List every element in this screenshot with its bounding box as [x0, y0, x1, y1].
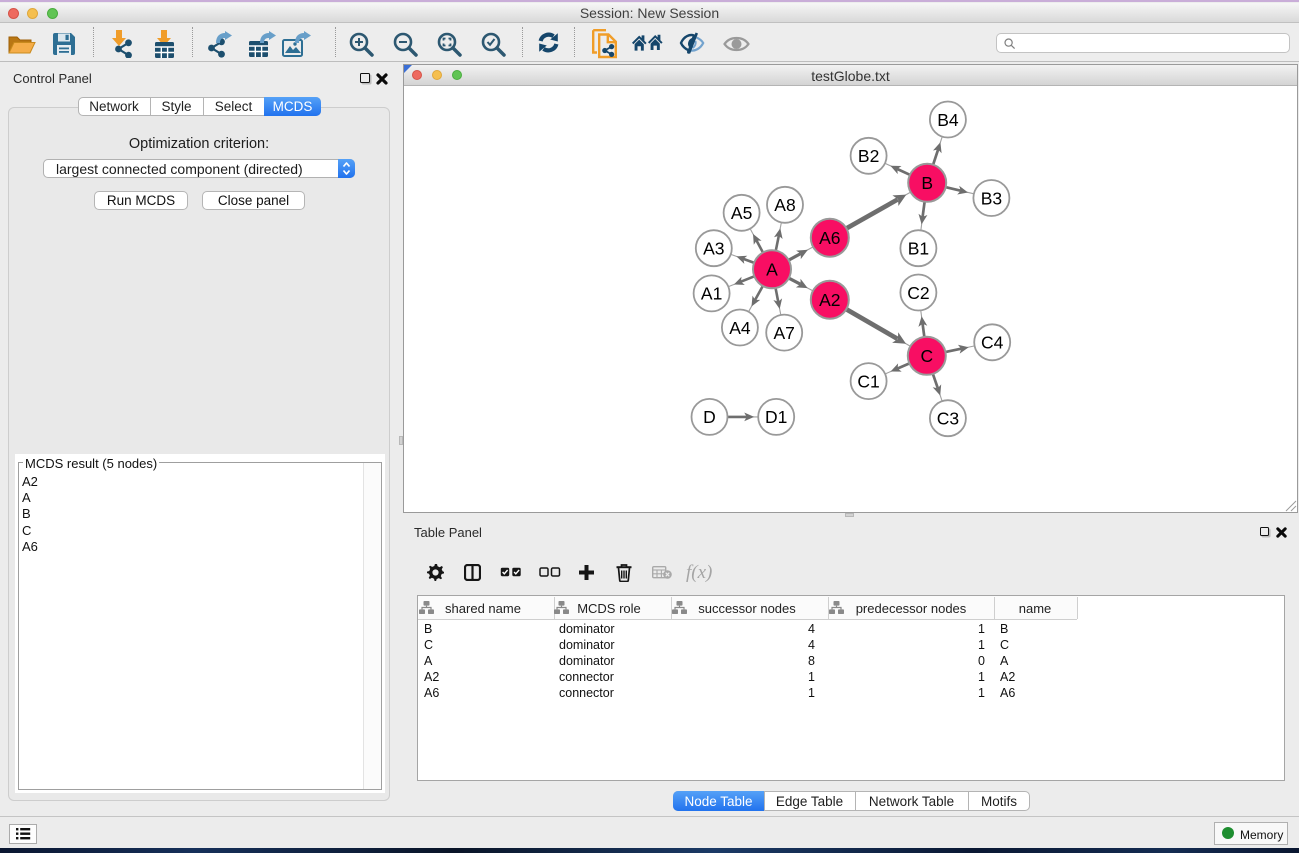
svg-text:C1: C1: [857, 371, 879, 391]
svg-text:C4: C4: [981, 333, 1004, 353]
svg-text:C2: C2: [907, 283, 929, 303]
svg-text:A7: A7: [773, 323, 794, 343]
svg-text:A: A: [766, 260, 778, 280]
svg-text:D1: D1: [765, 407, 787, 427]
svg-text:D: D: [703, 407, 716, 427]
svg-text:A8: A8: [774, 195, 795, 215]
svg-text:B4: B4: [937, 110, 959, 130]
svg-text:A1: A1: [701, 284, 722, 304]
svg-text:B: B: [921, 173, 933, 193]
svg-text:B3: B3: [981, 188, 1002, 208]
svg-text:C: C: [920, 346, 933, 366]
svg-text:A4: A4: [729, 318, 751, 338]
svg-text:B2: B2: [858, 146, 879, 166]
svg-text:A6: A6: [819, 228, 840, 248]
svg-text:C3: C3: [937, 409, 959, 429]
svg-text:A5: A5: [731, 203, 752, 223]
svg-text:A3: A3: [703, 239, 724, 259]
svg-text:A2: A2: [819, 290, 840, 310]
svg-text:B1: B1: [908, 239, 929, 259]
